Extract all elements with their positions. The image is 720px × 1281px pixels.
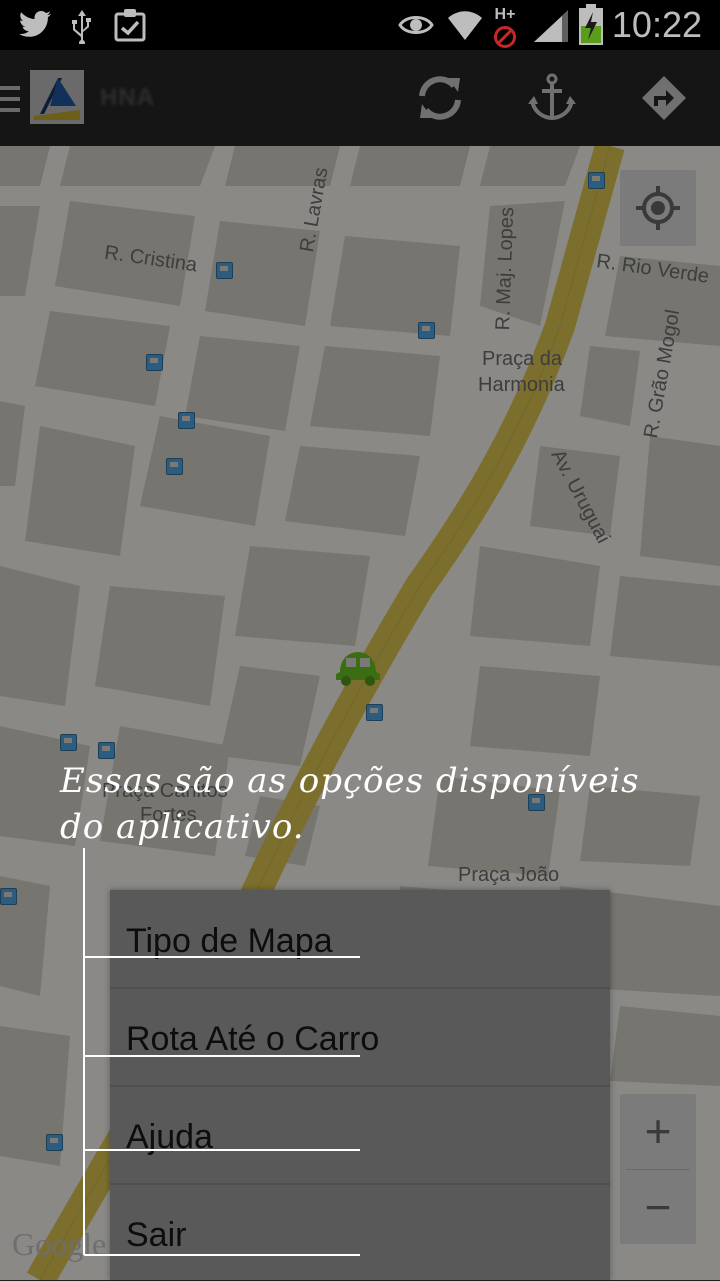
- annotation-callout-lines: [83, 848, 360, 1256]
